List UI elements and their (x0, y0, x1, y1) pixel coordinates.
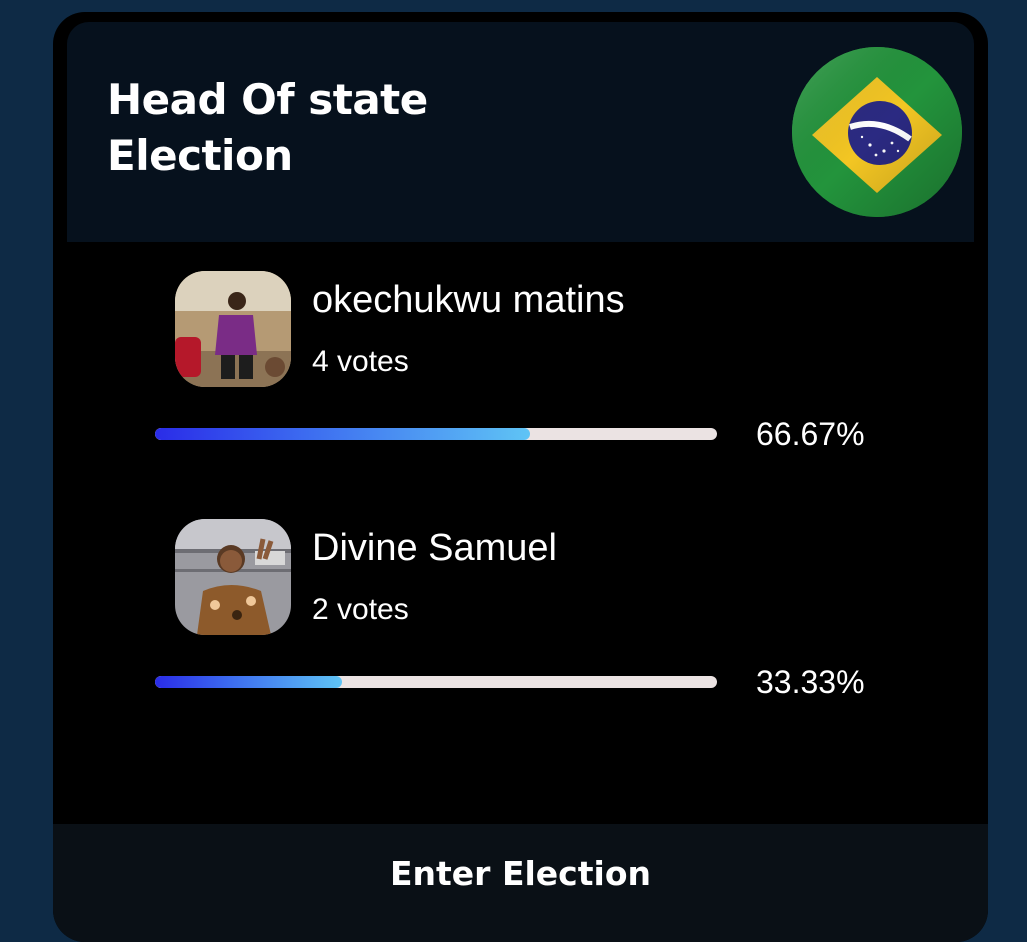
candidate-avatar (175, 519, 291, 635)
candidate-votes: 2 votes (312, 593, 409, 626)
candidate-row[interactable]: okechukwu matins 4 votes 66.67% (53, 271, 988, 471)
vote-progress-bar (155, 676, 717, 688)
election-card: Head Of state Election okechukwu matins … (53, 12, 988, 942)
vote-percentage: 33.33% (756, 664, 865, 700)
candidate-row[interactable]: Divine Samuel 2 votes 33.33% (53, 519, 988, 719)
brazil-flag-icon (792, 47, 962, 217)
vote-percentage: 66.67% (756, 416, 865, 452)
vote-progress-fill (155, 676, 343, 688)
election-title: Head Of state Election (107, 75, 428, 180)
candidate-votes: 4 votes (312, 345, 409, 378)
card-header: Head Of state Election (67, 22, 974, 242)
enter-election-button[interactable]: Enter Election (53, 824, 988, 924)
vote-progress-fill (155, 428, 530, 440)
candidate-name: okechukwu matins (312, 279, 625, 321)
card-footer: Enter Election (53, 824, 988, 942)
candidate-avatar (175, 271, 291, 387)
candidate-name: Divine Samuel (312, 527, 557, 569)
vote-progress-bar (155, 428, 717, 440)
